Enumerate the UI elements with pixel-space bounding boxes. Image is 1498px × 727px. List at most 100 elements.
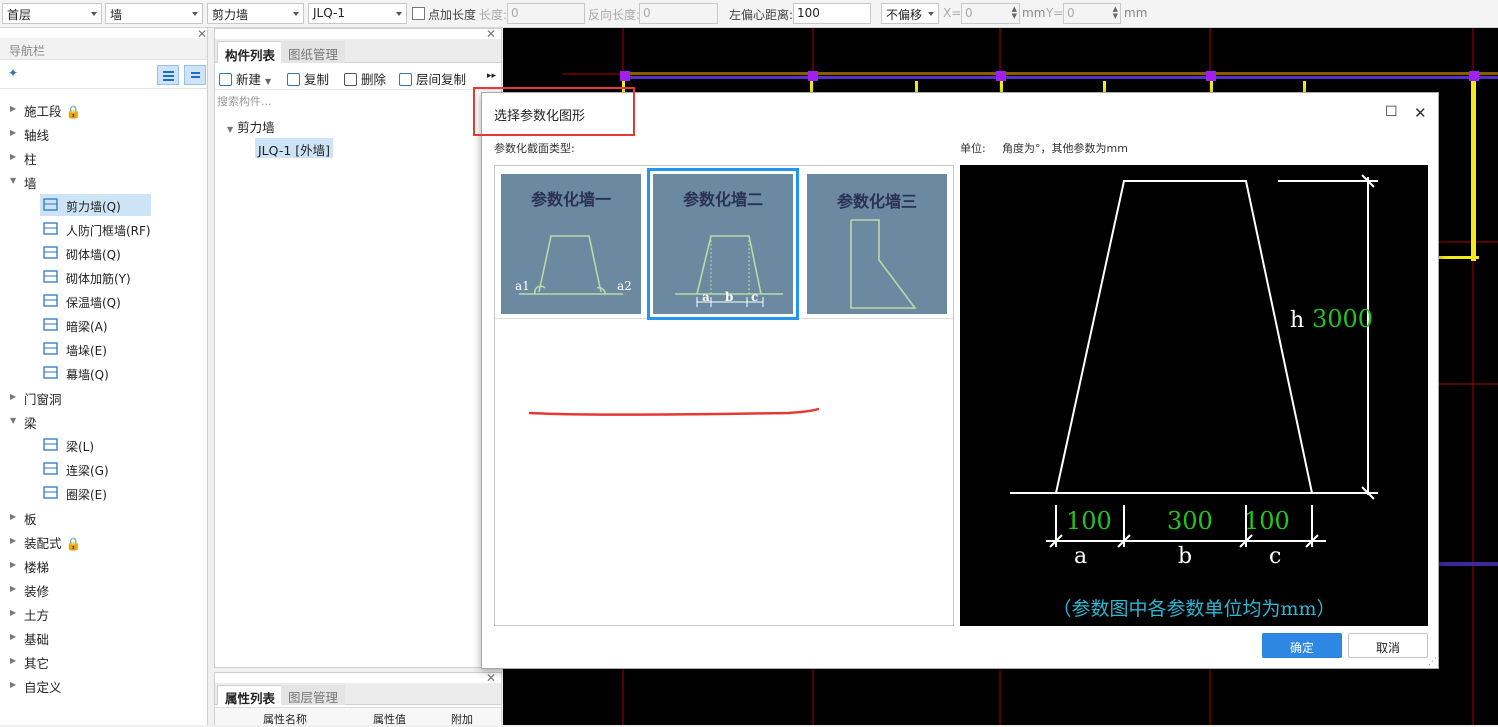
nav-subitem-label: 圈梁(E) bbox=[66, 488, 107, 502]
tab-component-list[interactable]: 构件列表 bbox=[217, 41, 284, 63]
copy-icon bbox=[287, 73, 300, 86]
shape-wall-3[interactable]: 参数化墙三 bbox=[807, 174, 947, 314]
category-select[interactable]: 墙 bbox=[105, 3, 203, 24]
x-input[interactable]: 0 ▲ ▼ bbox=[961, 3, 1020, 24]
nav-item[interactable]: ▶ 其它 bbox=[0, 650, 207, 672]
add-length-checkbox[interactable] bbox=[412, 7, 425, 20]
collapsed-icon[interactable]: ▶ bbox=[10, 104, 16, 113]
sparkle-icon[interactable]: ✦ bbox=[8, 66, 18, 80]
shape-preview: h 3000 100 300 100 a b c （参数图中各参数单位均为mm） bbox=[960, 165, 1428, 626]
parametric-shape-dialog: 选择参数化图形 ☐ ✕ 参数化截面类型: 单位: 角度为°，其他参数为mm 参数… bbox=[473, 87, 1439, 669]
collapsed-icon[interactable]: ▶ bbox=[10, 608, 16, 617]
collapsed-icon[interactable]: ▶ bbox=[10, 152, 16, 161]
collapsed-icon[interactable]: ▶ bbox=[10, 656, 16, 665]
nav-item-label: 楼梯 bbox=[24, 560, 50, 575]
cancel-button[interactable]: 取消 bbox=[1348, 633, 1428, 658]
collapsed-icon[interactable]: ▶ bbox=[10, 584, 16, 593]
y-input[interactable]: 0 ▲ ▼ bbox=[1063, 3, 1121, 24]
nav-subitem-label: 暗梁(A) bbox=[66, 320, 108, 334]
maximize-icon[interactable]: ☐ bbox=[1385, 104, 1398, 120]
component-tabs: 构件列表 图纸管理 bbox=[215, 39, 501, 63]
tab-properties[interactable]: 属性列表 bbox=[217, 685, 284, 706]
collapsed-icon[interactable]: ▶ bbox=[10, 632, 16, 641]
nav-item[interactable]: ▶ 装修 bbox=[0, 578, 207, 600]
red-annotation-line bbox=[528, 407, 820, 416]
nav-subitem[interactable]: 砌体墙(Q) bbox=[40, 242, 151, 264]
shape-wall-1[interactable]: 参数化墙一 a1 a2 bbox=[501, 174, 641, 314]
nav-subitem[interactable]: 暗梁(A) bbox=[40, 314, 151, 336]
nav-subitem[interactable]: 梁(L) bbox=[40, 434, 151, 456]
nav-item[interactable]: ▶ 轴线 bbox=[0, 122, 207, 144]
x-value: 0 bbox=[965, 6, 973, 20]
nav-item[interactable]: ▶ 板 bbox=[0, 506, 207, 528]
tree-node-jlq1[interactable]: JLQ-1 [外墙] bbox=[255, 138, 334, 158]
y-spinner-icon[interactable]: ▲ ▼ bbox=[1113, 6, 1118, 20]
nav-subitem[interactable]: 剪力墙(Q) bbox=[40, 194, 151, 216]
list-view-icon[interactable] bbox=[157, 65, 179, 85]
nav-subitem[interactable]: 圈梁(E) bbox=[40, 482, 151, 504]
masonry-wall-icon bbox=[43, 246, 58, 259]
floor-select[interactable]: 首层 bbox=[2, 3, 102, 24]
nav-subitem-label: 砌体墙(Q) bbox=[66, 248, 121, 262]
nav-subitem[interactable]: 墙垛(E) bbox=[40, 338, 151, 360]
nav-subitem[interactable]: 砌体加筋(Y) bbox=[40, 266, 151, 288]
component-select[interactable]: JLQ-1 bbox=[308, 3, 407, 24]
layer-copy-label: 层间复制 bbox=[416, 72, 467, 87]
new-label: 新建 bbox=[236, 72, 262, 87]
search-input[interactable]: 搜索构件... bbox=[217, 93, 272, 109]
detail-view-icon[interactable] bbox=[184, 65, 206, 85]
offset-mode-select[interactable]: 不偏移 bbox=[881, 3, 939, 24]
collapsed-icon[interactable]: ▶ bbox=[10, 680, 16, 689]
nav-item-label: 基础 bbox=[24, 632, 50, 647]
nav-subitem[interactable]: 幕墙(Q) bbox=[40, 362, 151, 384]
nav-subitem-label: 连梁(G) bbox=[66, 464, 109, 478]
nav-item[interactable]: ▼ 梁 bbox=[0, 410, 207, 432]
left-offset-input[interactable]: 100 bbox=[793, 3, 871, 24]
close-icon[interactable]: ✕ bbox=[1414, 104, 1427, 122]
length-input[interactable]: 0 bbox=[507, 3, 585, 24]
new-button[interactable]: 新建 ▼ bbox=[219, 69, 271, 88]
nav-item[interactable]: ▶ 装配式 🔒 bbox=[0, 530, 207, 552]
shape-param-label: b bbox=[725, 290, 733, 304]
delete-button[interactable]: 删除 bbox=[344, 69, 386, 88]
ok-button[interactable]: 确定 bbox=[1262, 633, 1342, 658]
expanded-icon[interactable]: ▼ bbox=[10, 176, 16, 185]
collapsed-icon[interactable]: ▶ bbox=[10, 392, 16, 401]
shape-param-label: a1 bbox=[515, 279, 530, 293]
nav-item[interactable]: ▶ 自定义 bbox=[0, 674, 207, 696]
coupling-beam-icon bbox=[43, 462, 58, 475]
nav-item[interactable]: ▶ 施工段 🔒 bbox=[0, 98, 207, 120]
expand-icon[interactable]: ▼ bbox=[227, 125, 233, 134]
copy-button[interactable]: 复制 bbox=[287, 69, 329, 88]
copy-label: 复制 bbox=[304, 72, 330, 87]
reverse-length-input[interactable]: 0 bbox=[639, 3, 718, 24]
more-icon[interactable]: ▸▸ bbox=[487, 71, 496, 81]
nav-subitem[interactable]: 人防门框墙(RF) bbox=[40, 218, 151, 240]
properties-panel: ✕ 属性列表 图层管理 属性名称 属性值 附加 bbox=[214, 671, 502, 726]
nav-subitem[interactable]: 保温墙(Q) bbox=[40, 290, 151, 312]
nav-item[interactable]: ▶ 土方 bbox=[0, 602, 207, 624]
collapsed-icon[interactable]: ▶ bbox=[10, 560, 16, 569]
collapsed-icon[interactable]: ▶ bbox=[10, 512, 16, 521]
nav-subitem[interactable]: 连梁(G) bbox=[40, 458, 151, 480]
nav-item[interactable]: ▶ 柱 bbox=[0, 146, 207, 168]
nav-item[interactable]: ▼ 墙 bbox=[0, 170, 207, 192]
tree-node-shear-wall[interactable]: ▼ 剪力墙 bbox=[227, 117, 275, 136]
tab-drawing-management[interactable]: 图纸管理 bbox=[281, 41, 346, 63]
expanded-icon[interactable]: ▼ bbox=[10, 416, 16, 425]
type-select[interactable]: 剪力墙 bbox=[207, 3, 304, 24]
collapsed-icon[interactable]: ▶ bbox=[10, 536, 16, 545]
civil-defense-door-wall-icon bbox=[43, 222, 58, 235]
shape-wall-2[interactable]: 参数化墙二 a b c bbox=[647, 168, 799, 320]
nav-item[interactable]: ▶ 基础 bbox=[0, 626, 207, 648]
resize-grip-icon[interactable]: ⋰ bbox=[1428, 657, 1437, 667]
nav-item[interactable]: ▶ 门窗洞 bbox=[0, 386, 207, 408]
nav-item[interactable]: ▶ 楼梯 bbox=[0, 554, 207, 576]
x-spinner-icon[interactable]: ▲ ▼ bbox=[1012, 6, 1017, 20]
shape-param-label: a bbox=[702, 290, 710, 304]
layer-copy-button[interactable]: 层间复制 bbox=[399, 69, 466, 88]
collapsed-icon[interactable]: ▶ bbox=[10, 128, 16, 137]
chevron-down-icon[interactable]: ▼ bbox=[265, 77, 271, 86]
tab-layer-management[interactable]: 图层管理 bbox=[281, 685, 346, 705]
nav-item-label: 梁 bbox=[24, 416, 37, 431]
